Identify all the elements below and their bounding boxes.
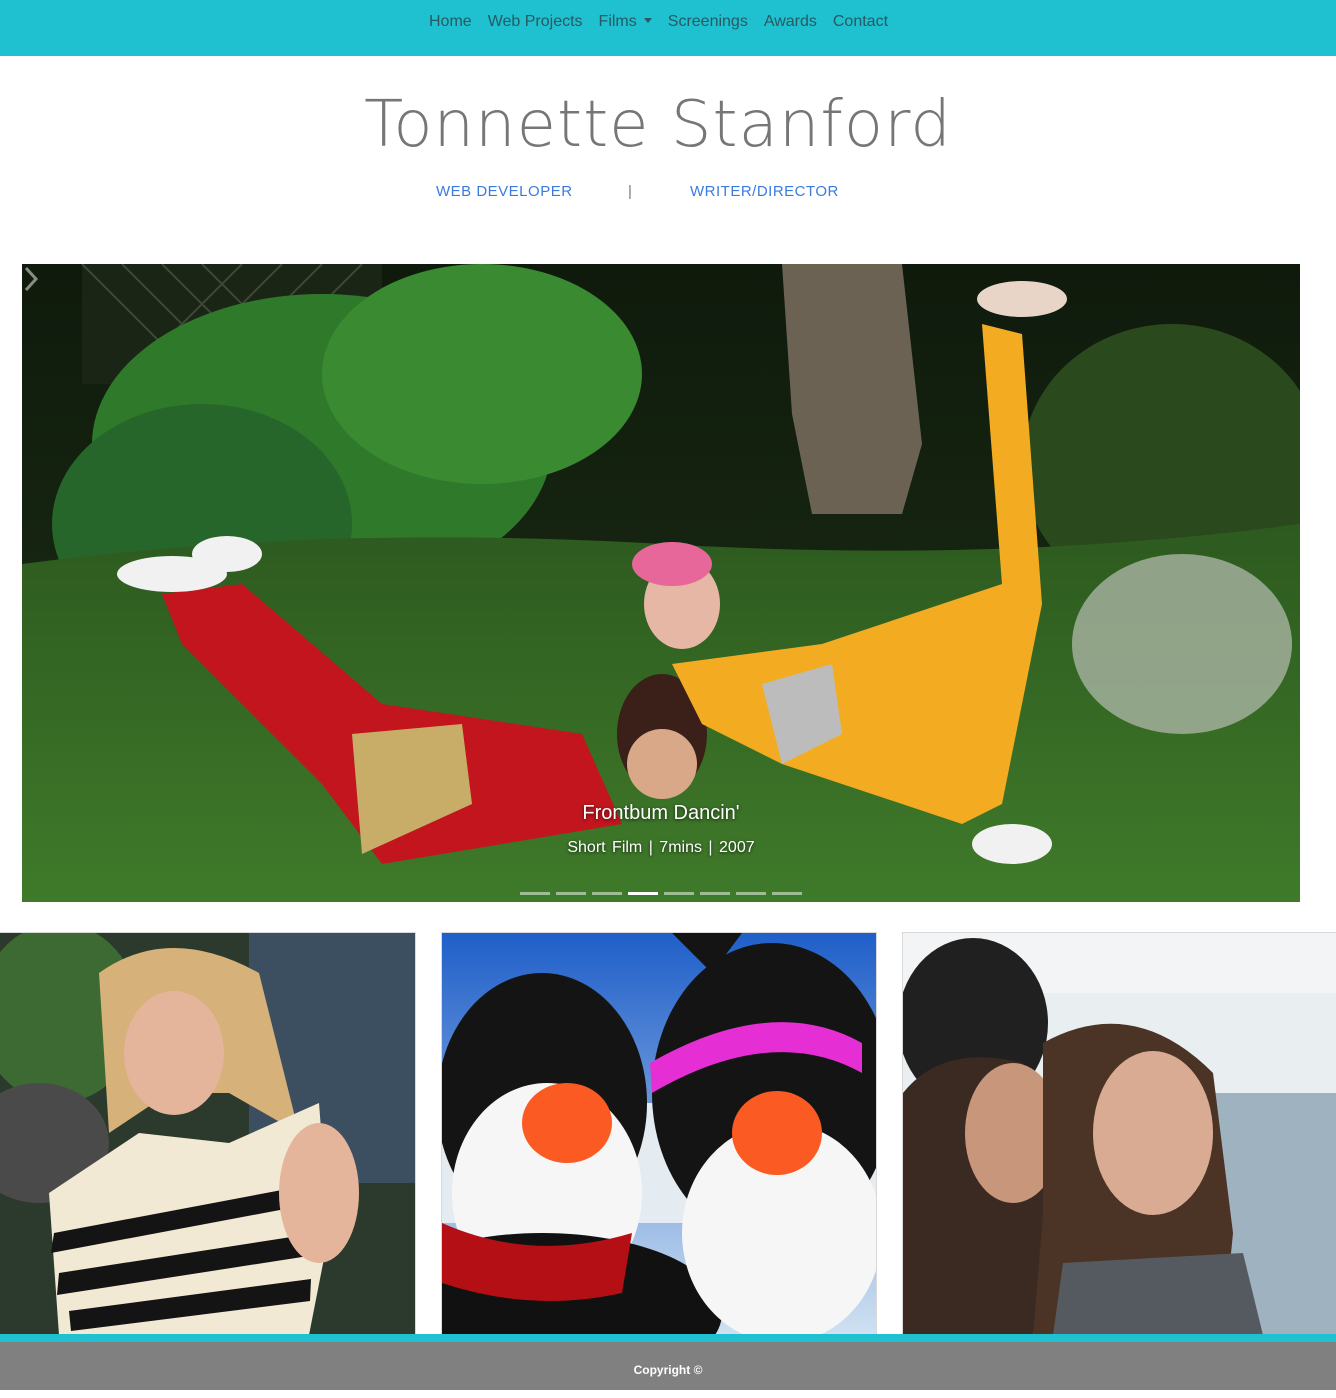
film-thumbnail-2[interactable] bbox=[441, 932, 877, 1336]
film-thumbnail-1[interactable] bbox=[0, 932, 416, 1336]
top-navbar: Home Web Projects Films Screenings Award… bbox=[0, 0, 1336, 56]
footer-accent-bar bbox=[0, 1334, 1336, 1342]
nav-films-label: Films bbox=[598, 13, 637, 30]
carousel-indicator[interactable] bbox=[556, 892, 586, 895]
nav-contact-link[interactable]: Contact bbox=[825, 0, 896, 44]
web-developer-link[interactable]: WEB DEVELOPER bbox=[436, 183, 573, 200]
carousel-indicator[interactable] bbox=[520, 892, 550, 895]
hero-carousel[interactable]: Frontbum Dancin' Short Film | 7mins | 20… bbox=[22, 264, 1300, 902]
carousel-indicator[interactable] bbox=[664, 892, 694, 895]
nav-screenings-link[interactable]: Screenings bbox=[660, 0, 756, 44]
carousel-indicators bbox=[520, 892, 802, 895]
nav-home-link[interactable]: Home bbox=[421, 0, 480, 44]
slide-caption-meta: Short Film | 7mins | 2007 bbox=[567, 839, 755, 856]
nav-films-dropdown[interactable]: Films bbox=[591, 0, 660, 44]
roles-separator: | bbox=[628, 183, 633, 200]
caret-down-icon bbox=[643, 18, 652, 23]
writer-director-link[interactable]: WRITER/DIRECTOR bbox=[690, 183, 839, 200]
film-thumbnail-image bbox=[903, 933, 1336, 1335]
roles-line: WEB DEVELOPER | WRITER/DIRECTOR bbox=[0, 183, 1336, 203]
chevron-right-icon[interactable] bbox=[22, 264, 42, 294]
nav-awards-link[interactable]: Awards bbox=[756, 0, 825, 44]
carousel-indicator[interactable] bbox=[772, 892, 802, 895]
film-thumbnail-image bbox=[0, 933, 415, 1335]
nav-web-projects-link[interactable]: Web Projects bbox=[480, 0, 591, 44]
site-footer: Copyright © bbox=[0, 1342, 1336, 1390]
carousel-indicator[interactable] bbox=[592, 892, 622, 895]
carousel-indicator[interactable] bbox=[736, 892, 766, 895]
carousel-indicator[interactable] bbox=[700, 892, 730, 895]
site-title: Tonnette Stanford bbox=[364, 88, 952, 162]
film-thumbnail-image bbox=[442, 933, 876, 1335]
slide-caption-title: Frontbum Dancin' bbox=[582, 802, 740, 824]
nav-menu: Home Web Projects Films Screenings Award… bbox=[421, 0, 896, 44]
film-thumbnail-3[interactable] bbox=[902, 932, 1336, 1336]
carousel-indicator-active[interactable] bbox=[628, 892, 658, 895]
